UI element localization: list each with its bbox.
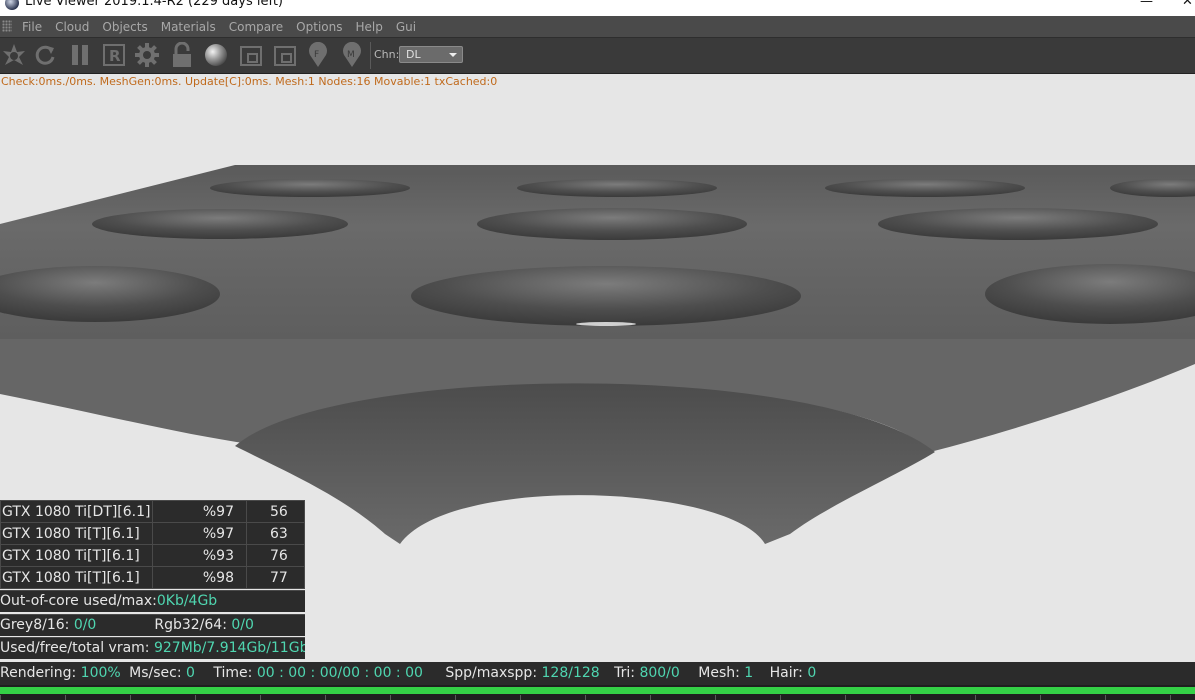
- render-viewport[interactable]: Check:0ms./0ms. MeshGen:0ms. Update[C]:0…: [0, 74, 1195, 662]
- vram-label: Used/free/total vram:: [0, 640, 154, 656]
- menu-options[interactable]: Options: [290, 16, 349, 35]
- grey-label: Grey8/16:: [0, 617, 74, 633]
- minimize-icon[interactable]: —: [1140, 0, 1153, 9]
- gear-icon[interactable]: [133, 41, 161, 69]
- rendering-label: Rendering:: [0, 665, 81, 681]
- status-bar: Rendering: 100% Ms/sec: 0 Time: 00 : 00 …: [0, 662, 1195, 685]
- svg-text:M: M: [347, 50, 355, 60]
- hair-label: Hair:: [769, 665, 808, 681]
- gpu-name: GTX 1080 Ti[T][6.1]: [0, 566, 153, 589]
- window-title: Live Viewer 2019.1.4-R2 (229 days left): [25, 0, 283, 9]
- hole: [517, 179, 717, 197]
- out-of-core-info: Out-of-core used/max:0Kb/4Gb: [0, 590, 305, 612]
- menu-file[interactable]: File: [16, 16, 49, 35]
- render-progress-bar: [0, 685, 1195, 700]
- gpu-temp: 77: [246, 566, 305, 589]
- mesh-label: Mesh:: [698, 665, 745, 681]
- menu-compare[interactable]: Compare: [223, 16, 290, 35]
- hole: [825, 179, 1025, 197]
- tri-label: Tri:: [614, 665, 640, 681]
- sphere-icon[interactable]: [202, 41, 230, 69]
- gpu-name: GTX 1080 Ti[T][6.1]: [0, 544, 153, 567]
- vram-info: Used/free/total vram: 927Mb/7.914Gb/11Gb: [0, 637, 305, 659]
- lock-icon[interactable]: [168, 41, 196, 69]
- pause-icon[interactable]: [66, 41, 94, 69]
- hair-value: 0: [807, 665, 817, 681]
- texture-info: Grey8/16: 0/0 Rgb32/64: 0/0: [0, 614, 305, 636]
- time-label: Time:: [213, 665, 257, 681]
- toolbar: R F M Chn: DL: [0, 38, 1195, 74]
- channel-select[interactable]: DL: [399, 46, 463, 63]
- menu-cloud[interactable]: Cloud: [49, 16, 96, 35]
- mesh-value: 1: [744, 665, 754, 681]
- app-logo-icon: [5, 0, 19, 10]
- out-of-core-label: Out-of-core used/max:: [0, 593, 157, 609]
- chevron-down-icon: [449, 53, 457, 57]
- table-row: GTX 1080 Ti[T][6.1] %93 76: [0, 544, 305, 567]
- hole: [92, 209, 348, 239]
- region-icon[interactable]: [271, 41, 299, 69]
- table-row: GTX 1080 Ti[DT][6.1] %97 56: [0, 500, 305, 523]
- hole: [411, 266, 801, 326]
- ms-label: Ms/sec:: [129, 665, 187, 681]
- menu-bar: File Cloud Objects Materials Compare Opt…: [0, 16, 1195, 38]
- pin-f-icon[interactable]: F: [304, 41, 332, 69]
- hole: [477, 208, 747, 240]
- gpu-temp: 56: [246, 500, 305, 523]
- gpu-usage: %98: [152, 566, 247, 589]
- vram-value: 927Mb/7.914Gb/11Gb: [153, 640, 305, 656]
- region-icon[interactable]: [237, 41, 265, 69]
- gpu-name: GTX 1080 Ti[T][6.1]: [0, 522, 153, 545]
- hole-highlight: [576, 322, 636, 326]
- gpu-usage: %97: [152, 500, 247, 523]
- progress-fill: [0, 687, 1195, 694]
- channel-value: DL: [406, 48, 421, 61]
- spp-label: Spp/maxspp:: [445, 665, 542, 681]
- menu-help[interactable]: Help: [349, 16, 389, 35]
- time-value: 00 : 00 : 00/00 : 00 : 00: [256, 665, 423, 681]
- refresh-icon[interactable]: [31, 41, 59, 69]
- gpu-usage: %97: [152, 522, 247, 545]
- pin-m-icon[interactable]: M: [338, 41, 366, 69]
- out-of-core-value: 0Kb/4Gb: [156, 593, 218, 609]
- rendering-value: 100%: [80, 665, 121, 681]
- tri-value: 800/0: [639, 665, 680, 681]
- menu-grip-icon[interactable]: [2, 20, 12, 32]
- progress-ticks: [0, 695, 1195, 700]
- menu-gui[interactable]: Gui: [390, 16, 423, 35]
- toolbar-separator: [370, 42, 371, 69]
- title-bar: Live Viewer 2019.1.4-R2 (229 days left) …: [0, 0, 1195, 16]
- spp-value: 128/128: [541, 665, 600, 681]
- channel-label: Chn:: [374, 48, 400, 61]
- lens-icon[interactable]: [0, 41, 28, 69]
- svg-text:F: F: [314, 50, 319, 60]
- table-row: GTX 1080 Ti[T][6.1] %97 63: [0, 522, 305, 545]
- table-row: GTX 1080 Ti[T][6.1] %98 77: [0, 566, 305, 589]
- gpu-usage: %93: [152, 544, 247, 567]
- rgb-label: Rgb32/64:: [154, 617, 232, 633]
- close-icon[interactable]: ✕: [1182, 0, 1193, 9]
- rgb-value: 0/0: [231, 617, 254, 633]
- hole: [878, 208, 1158, 240]
- render-stats: Check:0ms./0ms. MeshGen:0ms. Update[C]:0…: [1, 75, 498, 88]
- gpu-temp: 63: [246, 522, 305, 545]
- menu-materials[interactable]: Materials: [155, 16, 223, 35]
- svg-text:R: R: [109, 47, 121, 65]
- gpu-temp: 76: [246, 544, 305, 567]
- r-icon[interactable]: R: [100, 41, 128, 69]
- menu-objects[interactable]: Objects: [96, 16, 154, 35]
- gpu-table: GTX 1080 Ti[DT][6.1] %97 56 GTX 1080 Ti[…: [0, 500, 305, 589]
- grey-value: 0/0: [73, 617, 97, 633]
- hole: [210, 179, 410, 197]
- ms-value: 0: [186, 665, 195, 681]
- gpu-name: GTX 1080 Ti[DT][6.1]: [0, 500, 153, 523]
